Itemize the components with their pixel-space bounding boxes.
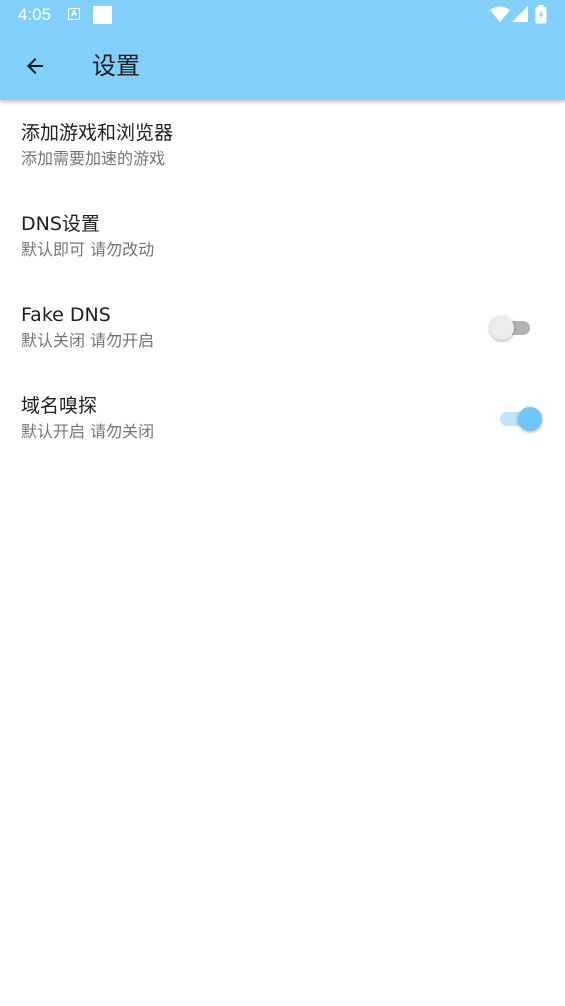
switch-thumb: [518, 407, 542, 431]
domain-sniffing-switch[interactable]: [496, 404, 542, 434]
switch-thumb: [490, 316, 514, 340]
setting-title: Fake DNS: [21, 304, 111, 326]
setting-domain-sniffing[interactable]: 域名嗅探 默认开启 请勿关闭: [0, 373, 565, 464]
battery-charging-icon: [535, 5, 547, 24]
wifi-icon: [490, 6, 510, 22]
setting-dns[interactable]: DNS设置 默认即可 请勿改动: [0, 191, 565, 282]
setting-title: 添加游戏和浏览器: [21, 122, 174, 144]
setting-subtitle: 添加需要加速的游戏: [21, 149, 166, 168]
setting-fake-dns[interactable]: Fake DNS 默认关闭 请勿开启: [0, 282, 565, 373]
setting-title: DNS设置: [21, 213, 100, 235]
notification-square-icon: [93, 6, 112, 24]
cell-signal-icon: [512, 6, 528, 22]
setting-title: 域名嗅探: [21, 395, 98, 417]
fake-dns-switch[interactable]: [490, 313, 534, 343]
back-button[interactable]: [14, 46, 56, 86]
arrow-left-icon: [27, 58, 43, 74]
status-bar: 4:05 A: [0, 0, 565, 30]
app-bar: 4:05 A 设置: [0, 0, 565, 100]
setting-subtitle: 默认关闭 请勿开启: [21, 331, 155, 350]
setting-subtitle: 默认开启 请勿关闭: [21, 422, 155, 441]
page-title: 设置: [92, 52, 140, 80]
setting-subtitle: 默认即可 请勿改动: [21, 240, 155, 259]
notification-a-icon: A: [68, 8, 80, 20]
setting-add-games-browsers[interactable]: 添加游戏和浏览器 添加需要加速的游戏: [0, 100, 565, 191]
status-time: 4:05: [18, 5, 52, 24]
